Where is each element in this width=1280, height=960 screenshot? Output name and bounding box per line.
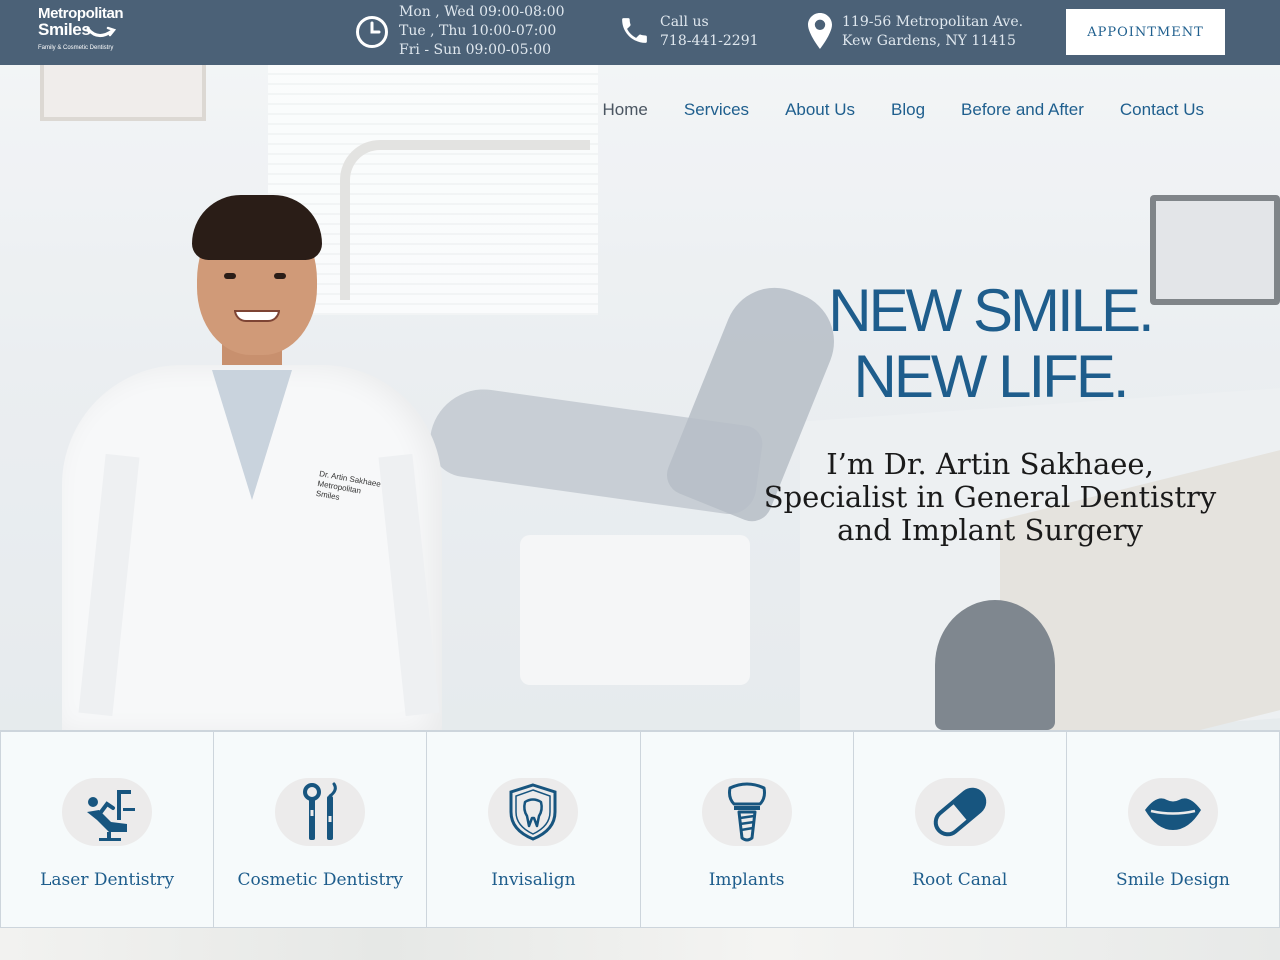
nav-contact-us[interactable]: Contact Us <box>1120 100 1204 120</box>
top-bar: Metropolitan Smiles Family & Cosmetic De… <box>0 0 1280 65</box>
service-icon-badge <box>62 778 153 846</box>
doctor-smile <box>234 310 280 322</box>
nav-before-and-after[interactable]: Before and After <box>961 100 1084 120</box>
brand-name-line1: Metropolitan <box>38 5 124 22</box>
address-line-2: Kew Gardens, NY 11415 <box>842 33 1016 49</box>
service-label: Invisalign <box>491 870 576 890</box>
service-label: Implants <box>708 870 785 890</box>
service-icon-badge <box>914 778 1005 846</box>
dental-chair-icon <box>87 790 136 841</box>
main-nav: Home Services About Us Blog Before and A… <box>603 100 1204 120</box>
dental-tools-icon <box>303 782 338 840</box>
service-icon-badge <box>1127 778 1218 846</box>
address-contact[interactable]: 119-56 Metropolitan Ave. Kew Gardens, NY… <box>808 0 1028 65</box>
service-label: Cosmetic Dentistry <box>237 870 404 890</box>
services-row: Laser Dentistry Cosmetic Dentistry Invis… <box>0 730 1280 928</box>
service-icon-badge <box>488 778 579 846</box>
hero-headline: NEW SMILE. NEW LIFE. <box>760 278 1220 410</box>
appointment-button[interactable]: APPOINTMENT <box>1066 9 1225 55</box>
headline-line-2: NEW LIFE. <box>853 343 1129 410</box>
tooth-implant-icon <box>727 782 766 842</box>
subheading-line-1: I’m Dr. Artin Sakhaee, <box>826 447 1154 481</box>
nav-blog[interactable]: Blog <box>891 100 925 120</box>
hours-line-1: Mon , Wed 09:00-08:00 <box>399 4 565 20</box>
subheading-line-3: and Implant Surgery <box>837 513 1143 547</box>
doctor-hair <box>192 195 322 260</box>
nav-about-us[interactable]: About Us <box>785 100 855 120</box>
tooth-shield-icon <box>509 783 557 841</box>
clock-icon <box>356 16 388 48</box>
service-label: Laser Dentistry <box>40 870 175 890</box>
opening-hours: Mon , Wed 09:00-08:00 Tue , Thu 10:00-07… <box>354 0 574 65</box>
location-pin-icon <box>808 13 832 49</box>
brand-tagline: Family & Cosmetic Dentistry <box>38 45 114 51</box>
doctor-eye-right <box>274 273 286 279</box>
subheading-line-2: Specialist in General Dentistry <box>763 480 1217 514</box>
service-laser-dentistry[interactable]: Laser Dentistry <box>0 730 215 928</box>
address-line-1: 119-56 Metropolitan Ave. <box>842 14 1024 30</box>
hero-subheading: I’m Dr. Artin Sakhaee, Specialist in Gen… <box>740 448 1240 547</box>
hero-banner: Dr. Artin Sakhaee Metropolitan Smiles Ho… <box>0 65 1280 730</box>
lips-icon <box>1144 798 1201 830</box>
nav-home[interactable]: Home <box>603 100 648 120</box>
service-invisalign[interactable]: Invisalign <box>427 730 641 928</box>
service-label: Smile Design <box>1116 870 1230 890</box>
headline-line-1: NEW SMILE. <box>828 277 1154 344</box>
capsule-icon <box>933 787 987 837</box>
brand-logo[interactable]: Metropolitan Smiles Family & Cosmetic De… <box>38 6 134 60</box>
phone-number[interactable]: 718-441-2291 <box>660 32 759 51</box>
phone-contact[interactable]: Call us 718-441-2291 <box>618 0 778 65</box>
doctor-eye-left <box>224 273 236 279</box>
service-cosmetic-dentistry[interactable]: Cosmetic Dentistry <box>214 730 428 928</box>
hours-line-2: Tue , Thu 10:00-07:00 <box>399 23 557 39</box>
service-implants[interactable]: Implants <box>640 730 854 928</box>
doctor-photo: Dr. Artin Sakhaee Metropolitan Smiles <box>62 195 442 730</box>
phone-icon <box>622 18 647 43</box>
service-root-canal[interactable]: Root Canal <box>853 730 1067 928</box>
service-icon-badge <box>275 778 366 846</box>
smile-swoosh-icon <box>86 26 116 37</box>
hours-line-3: Fri - Sun 09:00-05:00 <box>399 42 552 58</box>
service-icon-badge <box>701 778 792 846</box>
service-label: Root Canal <box>912 870 1008 890</box>
nav-services[interactable]: Services <box>684 100 749 120</box>
next-section-preview <box>0 928 1280 960</box>
service-smile-design[interactable]: Smile Design <box>1066 730 1280 928</box>
call-label: Call us <box>660 14 709 30</box>
